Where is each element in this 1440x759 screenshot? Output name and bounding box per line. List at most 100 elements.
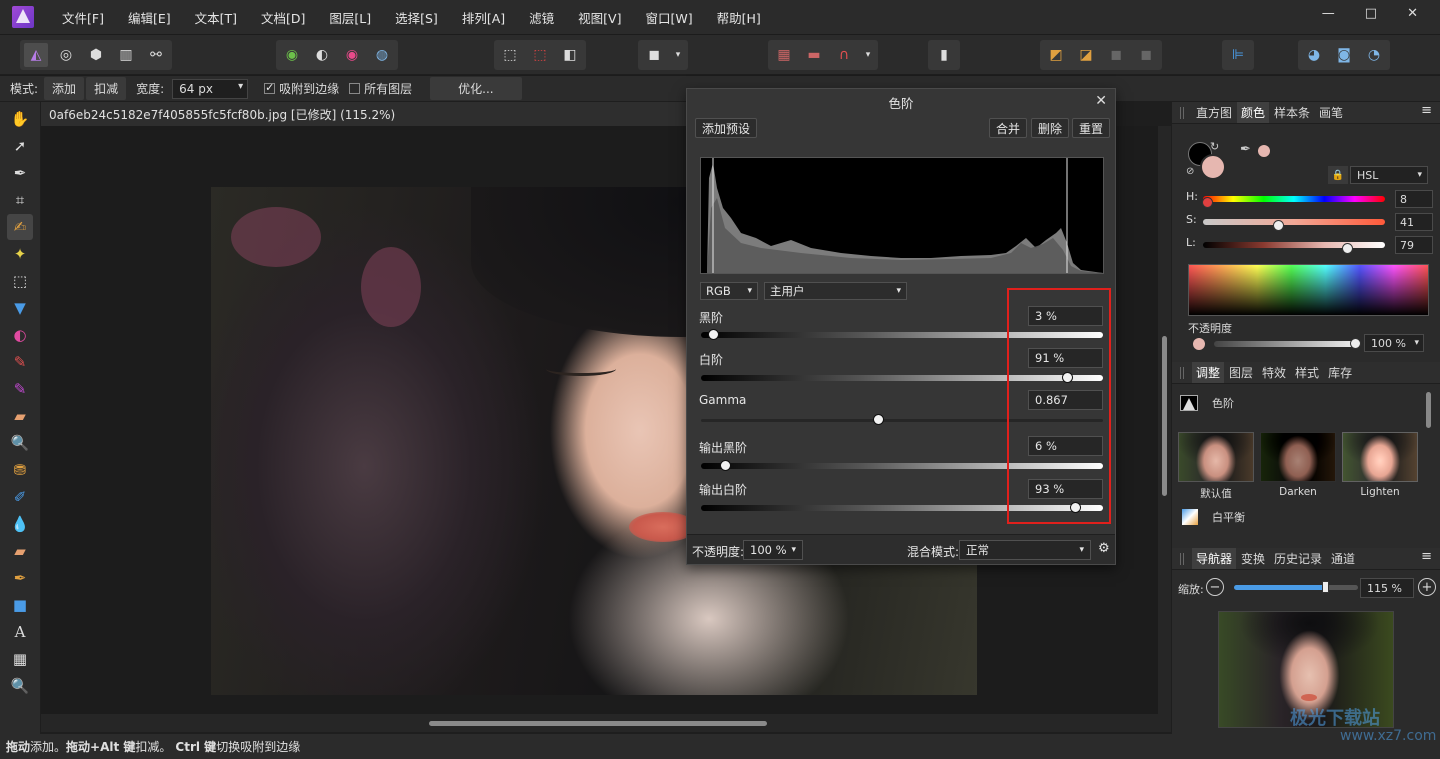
black-level-knob[interactable] (708, 329, 720, 340)
move-tool-icon[interactable]: ➚ (7, 133, 33, 159)
white-balance-item[interactable]: 白平衡 (1174, 504, 1424, 530)
menu-select[interactable]: 选择[S] (395, 8, 438, 27)
zoom-field[interactable]: 115 % (1360, 578, 1414, 598)
snapping-magnet-icon[interactable]: ∩ (832, 43, 856, 67)
preset-thumbnail-lighten[interactable] (1342, 432, 1418, 482)
gradient-tool-icon[interactable]: ◐ (7, 322, 33, 348)
auto-contrast-icon[interactable]: ◐ (310, 43, 334, 67)
photo-persona-icon[interactable]: ◭ (24, 43, 48, 67)
panel-grip-icon[interactable] (1180, 552, 1184, 565)
swap-colors-icon[interactable]: ↻ (1210, 140, 1219, 153)
quick-mask-icon[interactable]: ◼ (642, 43, 666, 67)
tab-channels[interactable]: 通道 (1327, 548, 1359, 569)
gear-icon[interactable]: ⚙ (1098, 541, 1110, 556)
hue-field[interactable]: 8 (1395, 190, 1433, 208)
zoom-in-icon[interactable]: + (1418, 578, 1436, 596)
preset-thumbnail-darken[interactable] (1260, 432, 1336, 482)
zoom-out-icon[interactable]: − (1206, 578, 1224, 596)
color-opacity-knob[interactable] (1350, 338, 1361, 349)
saturation-field[interactable]: 41 (1395, 213, 1433, 231)
tab-transform[interactable]: 变换 (1237, 548, 1269, 569)
menu-edit[interactable]: 编辑[E] (128, 8, 171, 27)
refine-button[interactable]: 优化... (430, 77, 522, 100)
channel-select[interactable]: RGB (700, 282, 758, 300)
levels-title-bar[interactable]: 色阶 ✕ (687, 89, 1115, 115)
flood-select-tool-icon[interactable]: ✦ (7, 241, 33, 267)
lightness-slider[interactable] (1203, 242, 1385, 254)
marquee-tool-icon[interactable]: ⬚ (7, 268, 33, 294)
lightness-knob[interactable] (1342, 243, 1353, 254)
width-field[interactable]: 64 px (172, 78, 249, 99)
menu-help[interactable]: 帮助[H] (717, 8, 761, 27)
adjust-scroll-thumb[interactable] (1426, 392, 1431, 428)
color-model-select[interactable]: HSL ▾ (1350, 166, 1428, 184)
gamma-knob[interactable] (872, 414, 884, 425)
menu-layer[interactable]: 图层[L] (329, 8, 371, 27)
add-mode-button[interactable]: 添加 (44, 77, 85, 100)
move-back-icon[interactable]: ◩ (1044, 43, 1068, 67)
tab-styles[interactable]: 样式 (1291, 362, 1323, 383)
blemish-tool-icon[interactable]: ✐ (7, 484, 33, 510)
saturation-slider[interactable] (1203, 219, 1385, 231)
pen-tool-icon[interactable]: ✒ (7, 565, 33, 591)
affinity-photo-logo-icon[interactable] (12, 6, 34, 28)
lock-icon[interactable]: 🔒 (1328, 166, 1348, 184)
color-opacity-field[interactable]: 100 % ▾ (1364, 334, 1424, 352)
add-shape-icon[interactable]: ◕ (1302, 43, 1326, 67)
export-persona-icon[interactable]: ⚯ (144, 43, 168, 67)
zoom-tool-icon[interactable]: 🔍 (7, 673, 33, 699)
text-tool-icon[interactable]: A (7, 619, 33, 645)
subtract-mode-button[interactable]: 扣减 (86, 77, 127, 100)
develop-persona-icon[interactable]: ⬢ (84, 43, 108, 67)
erase-brush-tool-icon[interactable]: ▰ (7, 403, 33, 429)
no-color-icon[interactable]: ⊘ (1186, 166, 1194, 177)
mesh-warp-tool-icon[interactable]: ▦ (7, 646, 33, 672)
close-button[interactable]: ✕ (1407, 6, 1418, 21)
assistant-icon[interactable]: ▮ (932, 43, 956, 67)
tone-mapping-persona-icon[interactable]: ▥ (114, 43, 138, 67)
add-preset-button[interactable]: 添加预设 (695, 118, 758, 138)
snapping-dropdown-icon[interactable]: ▾ (862, 43, 874, 67)
select-all-icon[interactable]: ⬚ (498, 43, 522, 67)
paint-brush-tool-icon[interactable]: ✎ (7, 349, 33, 375)
move-to-back-icon[interactable]: ◼ (1134, 43, 1158, 67)
minimize-button[interactable]: — (1322, 6, 1335, 21)
hue-knob[interactable] (1202, 197, 1213, 208)
tab-adjustments[interactable]: 调整 (1192, 362, 1225, 383)
blend-mode-select[interactable]: 正常 (959, 540, 1091, 560)
all-layers-checkbox[interactable] (349, 83, 361, 94)
lightness-field[interactable]: 79 (1395, 236, 1433, 254)
auto-colors-icon[interactable]: ◉ (340, 43, 364, 67)
tab-color[interactable]: 颜色 (1237, 102, 1270, 123)
delete-button[interactable]: 删除 (1031, 118, 1070, 138)
tab-stock[interactable]: 库存 (1324, 362, 1356, 383)
horizontal-scroll-thumb[interactable] (429, 721, 767, 726)
menu-filters[interactable]: 滤镜 (529, 8, 554, 27)
levels-adjustment-item[interactable]: 色阶 (1174, 388, 1424, 418)
crop-tool-icon[interactable]: ⌗ (7, 187, 33, 213)
selection-brush-tool-icon[interactable]: ✍ (7, 214, 33, 240)
liquify-persona-icon[interactable]: ◎ (54, 43, 78, 67)
opacity-field[interactable]: 100 % (743, 540, 803, 560)
saturation-knob[interactable] (1273, 220, 1284, 231)
panel-menu-icon[interactable]: ≡ (1421, 103, 1432, 118)
preset-select[interactable]: 主用户 (764, 282, 907, 300)
clone-tool-icon[interactable]: ⛃ (7, 457, 33, 483)
menu-window[interactable]: 窗口[W] (645, 8, 692, 27)
tab-layers[interactable]: 图层 (1225, 362, 1257, 383)
quick-mask-dropdown-icon[interactable]: ▾ (672, 43, 684, 67)
auto-levels-icon[interactable]: ◉ (280, 43, 304, 67)
vertical-scrollbar[interactable] (1158, 126, 1171, 714)
tab-brushes[interactable]: 画笔 (1315, 102, 1347, 123)
color-replacement-tool-icon[interactable]: ✎ (7, 376, 33, 402)
panel-menu-icon[interactable]: ≡ (1421, 549, 1432, 564)
dodge-tool-icon[interactable]: 🔍 (7, 430, 33, 456)
auto-white-balance-icon[interactable]: ◍ (370, 43, 394, 67)
zoom-knob[interactable] (1322, 581, 1329, 593)
menu-text[interactable]: 文本[T] (195, 8, 237, 27)
view-tool-hand-icon[interactable]: ✋ (7, 106, 33, 132)
healing-brush-tool-icon[interactable]: ▰ (7, 538, 33, 564)
picked-color-swatch[interactable] (1258, 145, 1270, 157)
rectangle-tool-icon[interactable]: ■ (7, 592, 33, 618)
flood-fill-tool-icon[interactable]: ▼ (7, 295, 33, 321)
